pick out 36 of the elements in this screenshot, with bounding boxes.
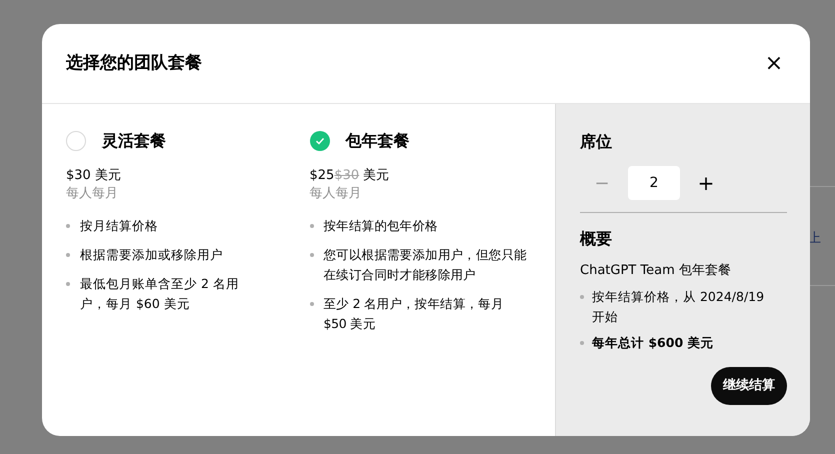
bullet-icon: [310, 224, 314, 228]
plan-feature: 根据需要添加或移除用户: [80, 246, 224, 264]
bullet-icon: [310, 302, 314, 306]
bullet-icon: [66, 252, 70, 256]
plan-period: 每人每月: [66, 186, 119, 202]
bullet-icon: [66, 224, 70, 228]
plan-price: $25: [310, 167, 334, 185]
bullet-icon: [580, 294, 584, 298]
plan-name: 包年套餐: [346, 130, 410, 152]
plan-feature: 按年结算的包年价格: [324, 216, 439, 234]
check-icon[interactable]: [310, 131, 330, 151]
summary-title: 概要: [580, 228, 613, 250]
increase-button[interactable]: +: [694, 168, 718, 198]
radio-icon[interactable]: [66, 131, 86, 151]
close-button[interactable]: ×: [762, 52, 786, 76]
continue-checkout-button[interactable]: 继续结算: [711, 366, 787, 404]
seats-title: 席位: [580, 131, 613, 153]
bullet-icon: [580, 340, 584, 344]
plan-feature: 最低包月账单含至少 2 名用户，每月 $60 美元: [80, 274, 240, 312]
old-price: $30: [334, 167, 360, 185]
summary-item: 每年总计 $600 美元: [592, 334, 714, 352]
plan-feature: 您可以根据需要添加用户，但您只能在续订合同时才能移除用户: [324, 246, 528, 284]
background-text: 上: [808, 231, 821, 246]
bullet-icon: [310, 252, 314, 256]
price-currency: 美元: [363, 167, 390, 185]
plan-period: 每人每月: [310, 186, 362, 202]
bullet-icon: [66, 282, 70, 286]
summary-plan: ChatGPT Team 包年套餐: [580, 262, 732, 280]
plan-name: 灵活套餐: [102, 130, 166, 152]
plan-feature: 按月结算价格: [80, 216, 159, 234]
seat-count-field[interactable]: 2: [628, 166, 680, 200]
dialog-title: 选择您的团队套餐: [66, 52, 202, 75]
summary-item: 按年结算价格，从 2024/8/19 开始: [592, 288, 766, 326]
plan-price: $30: [66, 167, 91, 185]
plan-feature: 至少 2 名用户，按年结算，每月 $50 美元: [324, 294, 505, 332]
price-currency: 美元: [94, 167, 121, 185]
